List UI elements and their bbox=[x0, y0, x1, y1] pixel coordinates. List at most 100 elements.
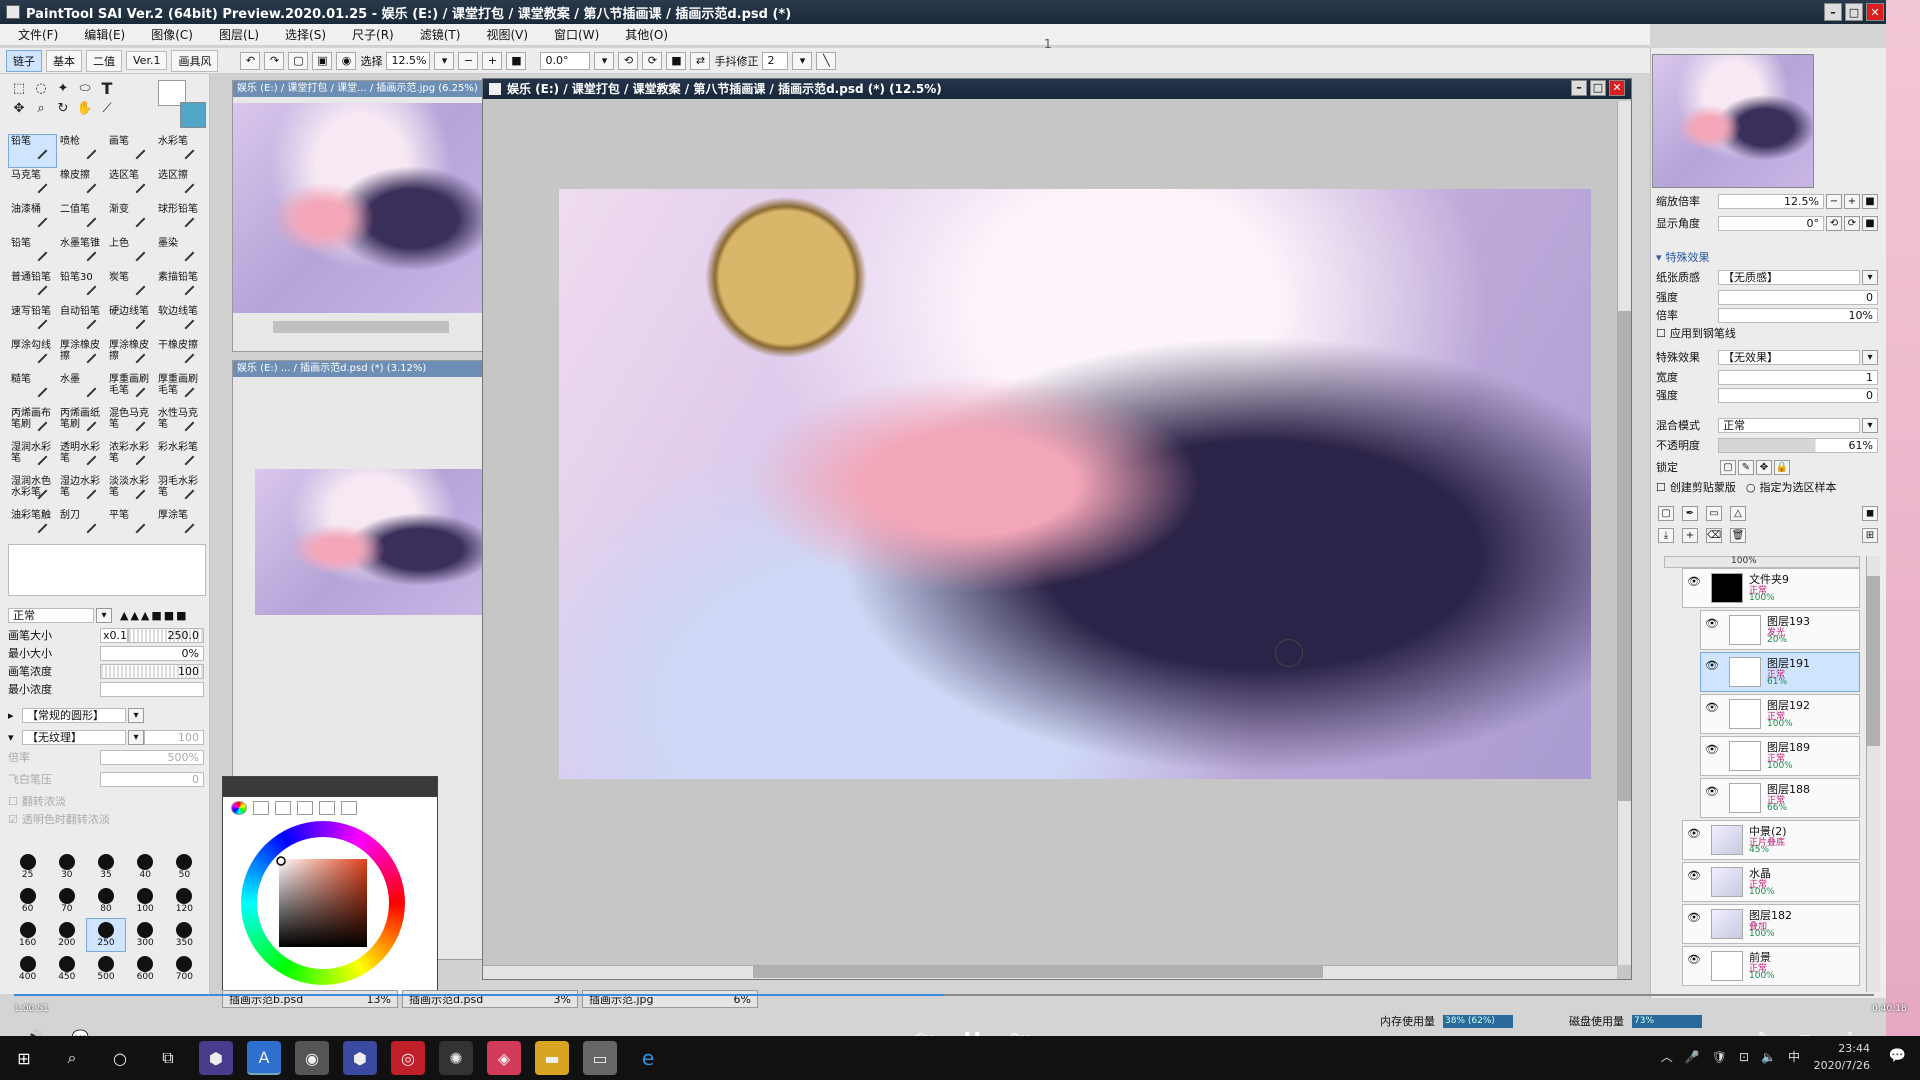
brush-size-preset[interactable]: 160 bbox=[8, 918, 47, 952]
brush-slot[interactable]: 画笔 bbox=[106, 134, 155, 168]
invert-select-icon[interactable]: ▣ bbox=[312, 51, 333, 70]
brush-slot[interactable]: 厚涂勾线 bbox=[8, 338, 57, 372]
video-progress-bar[interactable] bbox=[14, 994, 1874, 996]
transfer-down-icon[interactable]: ⤓ bbox=[1658, 527, 1674, 543]
texture-strength-value[interactable]: 500% bbox=[100, 749, 204, 765]
brush-slot[interactable]: 丙烯画布笔刷 bbox=[8, 406, 57, 440]
brush-size-preset[interactable]: 30 bbox=[47, 850, 86, 884]
layer-row[interactable]: 100% bbox=[1664, 556, 1860, 568]
rect-select-icon[interactable]: ⬚ bbox=[8, 78, 30, 98]
brush-size-preset[interactable]: 80 bbox=[86, 884, 125, 918]
layer-settings-icon[interactable]: ◼ bbox=[1862, 505, 1878, 521]
layer-visibility-icon[interactable]: 👁 bbox=[1687, 827, 1701, 840]
cortana-icon[interactable]: ○ bbox=[103, 1041, 137, 1075]
task-view-icon[interactable]: ⧉ bbox=[151, 1041, 185, 1075]
delete-layer-icon[interactable]: 🗑 bbox=[1730, 527, 1746, 543]
rotate-left-icon[interactable]: ⟲ bbox=[618, 51, 639, 70]
brush-slot[interactable]: 渐变 bbox=[106, 202, 155, 236]
brush-slot[interactable]: 干橡皮擦 bbox=[155, 338, 204, 372]
brush-size-preset[interactable]: 60 bbox=[8, 884, 47, 918]
clip-checkbox[interactable]: ☐ bbox=[1656, 481, 1666, 494]
sample-radio[interactable]: ○ bbox=[1746, 481, 1756, 494]
brush-slot[interactable]: 厚重画刷毛笔 bbox=[155, 372, 204, 406]
layer-visibility-icon[interactable]: 👁 bbox=[1687, 911, 1701, 924]
swatch-tab[interactable] bbox=[319, 801, 335, 815]
menu-image[interactable]: 图像(C) bbox=[151, 26, 193, 43]
opacity-slider[interactable]: 61% bbox=[1718, 437, 1878, 453]
mic-icon[interactable]: 🎤 bbox=[1685, 1050, 1700, 1064]
deselect-icon[interactable]: ▢ bbox=[288, 51, 309, 70]
shape-dropdown-icon[interactable]: ▾ bbox=[128, 707, 144, 723]
network-icon[interactable]: ⊡ bbox=[1739, 1050, 1749, 1064]
layer-row[interactable]: 👁 图层191 正常 61% bbox=[1700, 652, 1860, 692]
app-red-icon[interactable]: ◈ bbox=[487, 1041, 521, 1075]
brush-slot[interactable]: 球形铅笔 bbox=[155, 202, 204, 236]
close-button[interactable]: ✕ bbox=[1866, 3, 1884, 21]
brush-size-preset[interactable]: 100 bbox=[126, 884, 165, 918]
tab-ver1[interactable]: Ver.1 bbox=[126, 51, 168, 70]
brush-size-preset[interactable]: 40 bbox=[126, 850, 165, 884]
layer-row[interactable]: 👁 图层182 叠加 100% bbox=[1682, 904, 1860, 944]
system-clock[interactable]: 23:44 2020/7/26 bbox=[1814, 1040, 1870, 1074]
canvas-horizontal-scrollbar[interactable] bbox=[483, 965, 1617, 979]
clear-layer-icon[interactable]: ⌫ bbox=[1706, 527, 1722, 543]
layer-visibility-icon[interactable]: 👁 bbox=[1687, 953, 1701, 966]
layer-visibility-icon[interactable]: 👁 bbox=[1705, 785, 1719, 798]
brush-size-preset[interactable]: 25 bbox=[8, 850, 47, 884]
brush-slot[interactable]: 丙烯画纸笔刷 bbox=[57, 406, 106, 440]
apply-pen-checkbox[interactable]: ☐ 应用到钢笔线 bbox=[1656, 324, 1878, 342]
layer-visibility-icon[interactable]: 👁 bbox=[1705, 617, 1719, 630]
layer-row[interactable]: 👁 前景 正常 100% bbox=[1682, 946, 1860, 986]
new-layer-icon[interactable]: ▢ bbox=[1658, 505, 1674, 521]
palette-app-icon[interactable]: ◉ bbox=[295, 1041, 329, 1075]
brush-slot[interactable]: 普通铅笔 bbox=[8, 270, 57, 304]
brush-slot[interactable]: 炭笔 bbox=[106, 270, 155, 304]
blend-mode-select[interactable]: 正常 bbox=[1718, 417, 1860, 433]
brush-size-preset[interactable]: 120 bbox=[165, 884, 204, 918]
brush-mode-dropdown-icon[interactable]: ▾ bbox=[96, 607, 112, 623]
brush-slot[interactable]: 油彩笔触 bbox=[8, 508, 57, 542]
brush-slot[interactable]: 湿润水彩笔 bbox=[8, 440, 57, 474]
menu-select[interactable]: 选择(S) bbox=[285, 26, 326, 43]
shape-select[interactable]: 【常规的圆形】 bbox=[22, 707, 126, 723]
nav-zoom-in-icon[interactable]: + bbox=[1844, 193, 1860, 209]
speaker-icon[interactable]: 🔈 bbox=[1761, 1050, 1776, 1064]
brush-slot[interactable]: 厚涂笔 bbox=[155, 508, 204, 542]
paint-tool-sai-icon[interactable]: A bbox=[247, 1041, 281, 1075]
brush-size-preset[interactable]: 50 bbox=[165, 850, 204, 884]
nav-zoom-out-icon[interactable]: − bbox=[1826, 193, 1842, 209]
layer-row[interactable]: 👁 图层193 发光 20% bbox=[1700, 610, 1860, 650]
density-slider[interactable]: 100 bbox=[100, 663, 204, 679]
special-effect-select[interactable]: 【无效果】 bbox=[1718, 349, 1860, 365]
layer-visibility-icon[interactable]: 👁 bbox=[1705, 659, 1719, 672]
brush-slot[interactable]: 湿润水色水彩笔 bbox=[8, 474, 57, 508]
reference-window[interactable]: 娱乐 (E:) / 课堂打包 / 课堂... / 插画示范.jpg (6.25%… bbox=[232, 80, 490, 352]
flip-icon[interactable]: ⇄ bbox=[690, 51, 711, 70]
size-multiplier[interactable]: x0.1 bbox=[100, 627, 128, 643]
palette-tab[interactable] bbox=[297, 801, 313, 815]
app-window-icon[interactable]: ▭ bbox=[583, 1041, 617, 1075]
zoom-reset-icon[interactable]: ■ bbox=[506, 51, 527, 70]
start-icon[interactable]: ⊞ bbox=[7, 1041, 41, 1075]
option-transparent-flip[interactable]: ☑ 透明色时翻转浓淡 bbox=[8, 810, 204, 828]
brush-slot[interactable]: 喷枪 bbox=[57, 134, 106, 168]
brush-slot[interactable]: 素描铅笔 bbox=[155, 270, 204, 304]
paper-texture-dropdown-icon[interactable]: ▾ bbox=[1862, 269, 1878, 285]
nav-zoom-reset-icon[interactable]: ■ bbox=[1862, 193, 1878, 209]
layer-row[interactable]: 👁 水晶 正常 100% bbox=[1682, 862, 1860, 902]
canvas-vertical-scrollbar[interactable] bbox=[1617, 101, 1631, 965]
expand-arrow-icon[interactable]: ▸ bbox=[8, 709, 22, 722]
brush-size-preset[interactable]: 450 bbox=[47, 952, 86, 986]
brush-size-preset[interactable]: 70 bbox=[47, 884, 86, 918]
menu-ruler[interactable]: 尺子(R) bbox=[352, 26, 394, 43]
brush-slot[interactable]: 铅笔 bbox=[8, 134, 57, 168]
shape-icon[interactable]: ⬭ bbox=[74, 78, 96, 98]
doc-tab-jpg[interactable]: 插画示范.jpg 6% bbox=[582, 990, 758, 1008]
tab-basic[interactable]: 基本 bbox=[46, 49, 82, 72]
layer-visibility-icon[interactable]: 👁 bbox=[1705, 701, 1719, 714]
app-shutter-icon[interactable]: ✺ bbox=[439, 1041, 473, 1075]
effects-section-header[interactable]: ▾ 特殊效果 bbox=[1656, 248, 1878, 266]
eyedropper-icon[interactable]: ⟋ bbox=[96, 98, 118, 118]
brush-slot[interactable]: 自动铅笔 bbox=[57, 304, 106, 338]
brush-size-preset[interactable]: 600 bbox=[126, 952, 165, 986]
